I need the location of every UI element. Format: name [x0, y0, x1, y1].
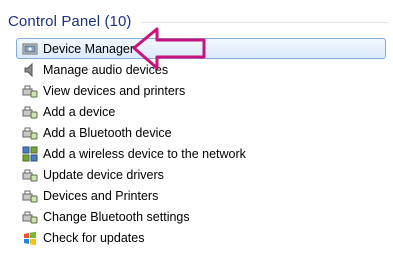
result-item-bluetooth-settings[interactable]: Change Bluetooth settings: [16, 206, 386, 227]
result-item-label: Add a Bluetooth device: [43, 125, 172, 140]
devices-printers-icon: [22, 169, 38, 181]
group-title: Control Panel (10): [8, 12, 132, 30]
devices-printers-icon: [22, 190, 38, 202]
devices-printers-icon: [22, 106, 38, 118]
devices-printers-icon: [22, 85, 38, 97]
result-item-devices-printers[interactable]: Devices and Printers: [16, 185, 386, 206]
result-item-manage-audio[interactable]: Manage audio devices: [16, 59, 386, 80]
result-item-update-drivers[interactable]: Update device drivers: [16, 164, 386, 185]
result-item-check-updates[interactable]: Check for updates: [16, 227, 386, 248]
windows-update-icon: [24, 231, 36, 245]
device-manager-icon: [22, 43, 38, 54]
result-item-label: Add a device: [43, 104, 116, 119]
result-item-label: View devices and printers: [43, 83, 186, 98]
result-item-view-devices[interactable]: View devices and printers: [16, 80, 386, 101]
result-item-add-wireless[interactable]: Add a wireless device to the network: [16, 143, 386, 164]
result-item-label: Device Manager: [43, 41, 135, 56]
result-item-label: Check for updates: [43, 230, 145, 245]
result-item-label: Add a wireless device to the network: [43, 146, 246, 161]
result-item-label: Manage audio devices: [43, 62, 169, 77]
result-item-label: Devices and Printers: [43, 188, 159, 203]
result-item-label: Change Bluetooth settings: [43, 209, 190, 224]
group-divider: [140, 22, 388, 23]
result-item-label: Update device drivers: [43, 167, 164, 182]
devices-printers-icon: [22, 127, 38, 139]
result-item-add-device[interactable]: Add a device: [16, 101, 386, 122]
network-icon: [22, 146, 38, 161]
speaker-icon: [24, 62, 33, 77]
result-item-device-manager[interactable]: Device Manager: [16, 38, 386, 59]
devices-printers-icon: [22, 211, 38, 223]
control-panel-group-header[interactable]: Control Panel (10): [8, 11, 388, 31]
result-item-add-bluetooth[interactable]: Add a Bluetooth device: [16, 122, 386, 143]
